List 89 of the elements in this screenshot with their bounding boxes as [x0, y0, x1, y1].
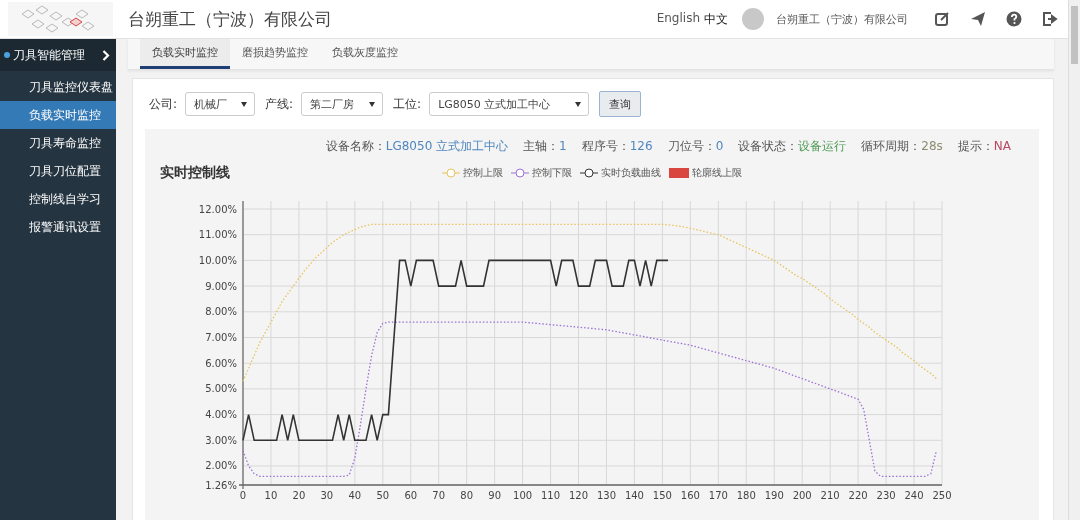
x-tick-label: 100 [513, 490, 533, 501]
x-tick-label: 20 [292, 490, 306, 501]
language-option[interactable]: 中文 [704, 10, 728, 28]
tab[interactable]: 磨损趋势监控 [230, 39, 320, 69]
chart-title: 实时控制线 [160, 164, 231, 182]
x-tick-label: 180 [736, 490, 756, 501]
caret-icon [241, 101, 248, 107]
x-tick-label: 0 [239, 490, 247, 501]
company-title: 台朔重工（宁波）有限公司 [128, 7, 332, 31]
tab[interactable]: 负载实时监控 [140, 39, 230, 69]
y-tick-label: 6.00% [205, 357, 237, 369]
sidebar-item[interactable]: 刀具寿命监控 [0, 129, 116, 157]
logout-icon[interactable] [1042, 11, 1058, 27]
chevron-icon[interactable] [102, 49, 110, 61]
tab[interactable]: 负载灰度监控 [320, 39, 410, 69]
x-tick-label: 230 [876, 490, 896, 501]
x-tick-label: 210 [820, 490, 840, 501]
filter-label: 工位: [393, 95, 422, 113]
legend-label[interactable]: 轮廓线上限 [692, 166, 742, 180]
legend-swatch[interactable] [669, 168, 689, 178]
x-tick-label: 40 [348, 490, 362, 501]
info-label: 设备状态： [738, 139, 799, 153]
x-tick-label: 80 [460, 490, 474, 501]
x-tick-label: 30 [320, 490, 334, 501]
sidebar-item[interactable]: 刀具刀位配置 [0, 157, 116, 185]
info-value: LG8050 立式加工中心 [385, 139, 509, 153]
x-tick-label: 160 [680, 490, 700, 501]
info-label: 刀位号： [667, 139, 716, 153]
x-tick-label: 90 [488, 490, 501, 501]
legend-label[interactable]: 控制上限 [463, 166, 503, 180]
dropdown[interactable]: LG8050 立式加工中心 [429, 92, 590, 116]
query-button[interactable]: 查询 [599, 91, 642, 117]
info-label: 主轴： [523, 139, 560, 153]
x-tick-label: 50 [376, 490, 390, 501]
send-icon[interactable] [970, 11, 986, 27]
y-tick-label: 9.00% [205, 280, 237, 292]
y-tick-label: 11.00% [198, 229, 237, 241]
dropdown[interactable]: 第二厂房 [301, 92, 384, 116]
y-tick-label: 7.00% [205, 332, 237, 343]
y-tick-label: 10.00% [198, 254, 237, 266]
legend-label[interactable]: 控制下限 [532, 166, 572, 180]
info-label: 设备名称： [325, 139, 386, 153]
sidebar-item[interactable]: 控制线自学习 [0, 185, 116, 213]
info-value: 1 [559, 139, 567, 153]
scrollbar[interactable] [1068, 0, 1080, 520]
x-tick-label: 250 [932, 490, 952, 501]
info-label: 循环周期： [861, 139, 922, 153]
legend-label[interactable]: 实时负载曲线 [601, 166, 661, 180]
x-tick-label: 60 [404, 490, 418, 501]
info-label: 提示： [957, 139, 994, 153]
dropdown[interactable]: 机械厂 [185, 92, 256, 116]
y-tick-label: 5.00% [205, 383, 237, 395]
x-tick-label: 190 [764, 490, 784, 501]
y-tick-label: 4.00% [205, 409, 237, 421]
info-value: 28s [921, 139, 943, 153]
x-tick-label: 140 [624, 490, 644, 501]
info-label: 程序号： [581, 139, 630, 153]
filter-label: 公司: [149, 95, 178, 113]
sidebar-item[interactable]: 负载实时监控 [0, 101, 116, 129]
y-tick-label: 8.00% [205, 306, 237, 318]
y-tick-label: 1.26% [205, 479, 237, 491]
x-tick-label: 220 [848, 490, 868, 501]
x-tick-label: 170 [708, 490, 728, 501]
edit-icon[interactable] [934, 11, 950, 27]
language-option[interactable]: English [656, 10, 700, 28]
sidebar-item[interactable]: 报警通讯设置 [0, 213, 116, 241]
x-tick-label: 10 [264, 490, 278, 501]
x-tick-label: 240 [904, 490, 924, 501]
caret-icon [369, 101, 376, 107]
caret-icon [575, 101, 582, 107]
sidebar-item[interactable]: 刀具监控仪表盘 [0, 73, 116, 101]
legend-line-icon[interactable] [580, 168, 598, 178]
help-icon[interactable] [1006, 11, 1022, 27]
info-value: 126 [629, 139, 653, 153]
y-tick-label: 3.00% [205, 434, 237, 446]
info-value: NA [993, 139, 1011, 153]
gear-dot-icon [4, 52, 10, 58]
x-tick-label: 110 [541, 490, 561, 501]
y-tick-label: 2.00% [205, 460, 237, 472]
x-tick-label: 120 [568, 490, 589, 501]
info-value: 0 [715, 139, 724, 153]
info-value: 设备运行 [798, 139, 847, 153]
x-tick-label: 200 [792, 490, 812, 501]
filter-label: 产线: [265, 95, 294, 113]
x-tick-label: 70 [432, 490, 446, 501]
x-tick-label: 150 [652, 490, 672, 501]
user-company: 台朔重工（宁波）有限公司 [776, 11, 908, 27]
x-tick-label: 130 [596, 490, 617, 501]
y-tick-label: 12.00% [198, 203, 237, 215]
